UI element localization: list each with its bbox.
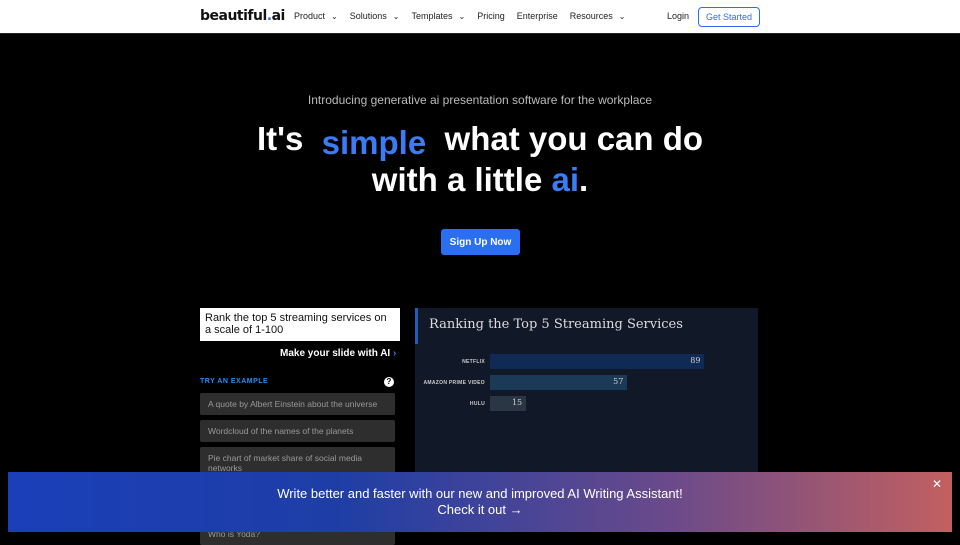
link-label: Check it out (437, 502, 507, 517)
sign-up-button[interactable]: Sign Up Now (441, 229, 520, 255)
chevron-down-icon: ⌄ (331, 12, 338, 21)
slide-preview: Ranking the Top 5 Streaming Services NET… (415, 308, 758, 472)
headline-text: It's (256, 120, 304, 157)
headline-ai: ai (551, 161, 580, 198)
check-it-out-link[interactable]: Check it out → (8, 502, 952, 518)
intro-text: Introducing generative ai presentation s… (307, 93, 653, 107)
nav-enterprise[interactable]: Enterprise (517, 11, 558, 21)
nav-label: Product (294, 11, 326, 21)
bar-value: 89 (690, 356, 701, 365)
bar: 15 (490, 396, 527, 411)
make-label: Make your slide with AI (280, 348, 391, 359)
arrow-right-icon: → (509, 502, 523, 517)
bar-value: 15 (511, 398, 523, 407)
nav-solutions[interactable]: Solutions ⌄ (350, 11, 400, 21)
logo[interactable]: beautiful.ai (200, 8, 285, 24)
example-item[interactable]: A quote by Albert Einstein about the uni… (200, 393, 395, 415)
logo-suffix: ai (271, 8, 286, 24)
nav-menu: Product ⌄ Solutions ⌄ Templates ⌄ Pricing E… (294, 11, 625, 21)
bar-value: 57 (613, 377, 624, 386)
example-item[interactable]: Wordcloud of the names of the planets (200, 420, 395, 442)
login-link[interactable]: Login (667, 11, 689, 21)
nav-pricing[interactable]: Pricing (477, 11, 505, 21)
top-nav: beautiful.ai Product ⌄ Solutions ⌄ Templat… (0, 0, 960, 34)
headline-period: . (579, 161, 589, 198)
nav-label: Resources (569, 11, 613, 21)
chevron-down-icon: ⌄ (458, 12, 466, 21)
nav-resources[interactable]: Resources ⌄ (570, 11, 626, 21)
get-started-button[interactable]: Get Started (698, 7, 760, 27)
logo-text: beautiful (200, 8, 267, 24)
nav-label: Templates (411, 11, 453, 21)
chevron-down-icon: ⌄ (392, 12, 400, 21)
bar-label: HULU (469, 401, 485, 407)
headline-highlight: simple (321, 124, 427, 161)
promo-banner: Write better and faster with our new and… (8, 472, 952, 532)
nav-product[interactable]: Product ⌄ (294, 11, 338, 21)
chevron-down-icon: ⌄ (618, 12, 626, 21)
chevron-right-icon: › (393, 348, 397, 359)
headline-text: what you can do (444, 120, 704, 157)
prompt-input[interactable]: Rank the top 5 streaming services on a s… (200, 308, 400, 341)
headline-text: with a little (371, 161, 543, 198)
help-icon[interactable]: ? (384, 377, 394, 387)
bar: 57 (490, 375, 628, 390)
nav-label: Solutions (349, 11, 387, 21)
bar-label: NETFLIX (462, 359, 485, 365)
make-slide-button[interactable]: Make your slide with AI › (280, 348, 396, 359)
banner-text: Write better and faster with our new and… (277, 486, 683, 501)
accent-bar (415, 308, 418, 344)
bar: 89 (490, 354, 705, 369)
nav-templates[interactable]: Templates ⌄ (411, 11, 465, 21)
try-example-label: TRY AN EXAMPLE (200, 378, 269, 385)
bar-label: AMAZON PRIME VIDEO (423, 380, 485, 386)
close-icon[interactable]: ✕ (932, 476, 942, 492)
hero-headline: It's simple what you can do with a littl… (0, 118, 960, 200)
slide-title: Ranking the Top 5 Streaming Services (429, 317, 683, 332)
